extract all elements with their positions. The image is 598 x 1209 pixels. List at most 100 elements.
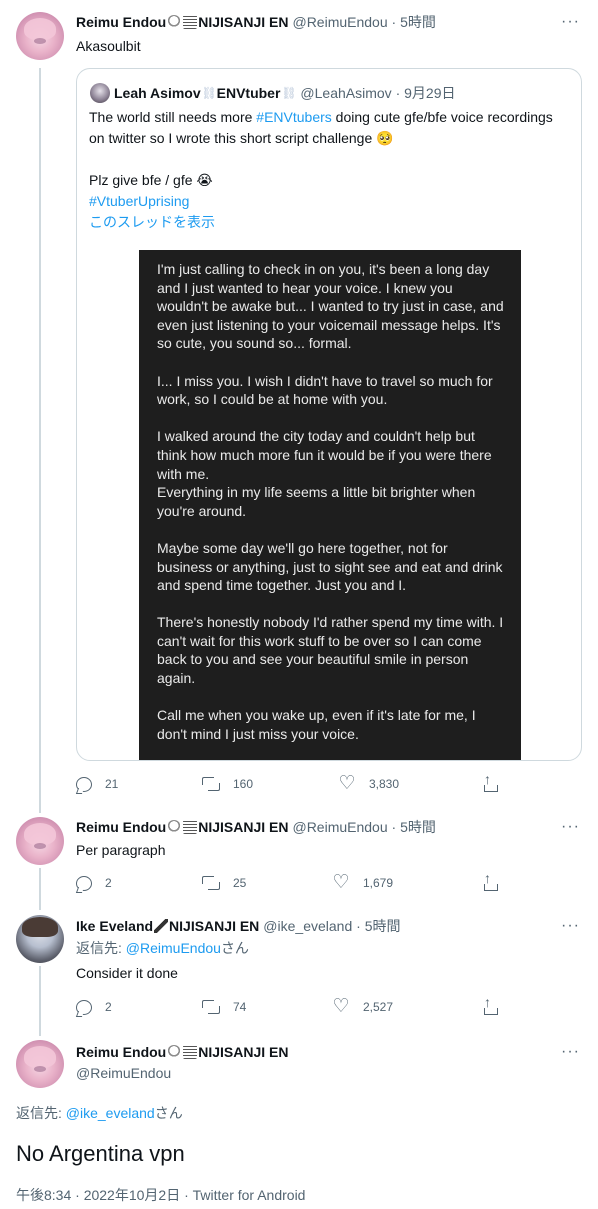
show-thread-link[interactable]: このスレッドを表示	[89, 212, 569, 233]
reply-to-prefix: 返信先:	[76, 940, 126, 956]
reply-to-handle-link[interactable]: @ike_eveland	[66, 1105, 155, 1121]
tweet-header: Reimu Endou NIJISANJI EN @ReimuEndou · 5…	[76, 12, 598, 32]
retweet-icon	[202, 775, 220, 793]
like-count: 2,527	[363, 1000, 394, 1014]
separator-dot: ·	[387, 819, 401, 835]
reply-icon	[76, 875, 92, 891]
like-button[interactable]: ♡ 3,830	[338, 774, 399, 794]
retweet-count: 160	[233, 777, 254, 791]
hashtag-link[interactable]: #VtuberUprising	[89, 191, 569, 212]
music-sheet-emoji-icon	[183, 15, 198, 29]
display-name[interactable]: Ike Eveland	[76, 918, 153, 934]
avatar[interactable]	[16, 817, 64, 865]
share-button[interactable]	[483, 772, 510, 794]
reply-to-line: 返信先: @ike_evelandさん	[16, 1103, 183, 1123]
like-count: 1,679	[363, 876, 394, 890]
tweet-actions: 2 74 ♡ 2,527	[76, 995, 506, 1017]
share-button[interactable]	[483, 871, 510, 893]
ribbon-emoji-icon: ⛓	[281, 86, 297, 100]
tweet-actions: 2 25 ♡ 1,679	[76, 871, 506, 893]
reply-to-line: 返信先: @ReimuEndouさん	[76, 938, 249, 958]
user-handle[interactable]: @ike_eveland	[263, 918, 352, 934]
thread-line	[39, 966, 41, 1036]
heart-icon: ♡	[332, 872, 350, 893]
reply-to-prefix: 返信先:	[16, 1105, 66, 1121]
reply-count: 21	[105, 777, 119, 791]
avatar[interactable]	[16, 12, 64, 60]
quote-text: The world still needs more	[89, 109, 257, 125]
music-sheet-emoji-icon	[183, 820, 198, 834]
pen-emoji-icon	[154, 919, 169, 933]
quote-display-name: Leah Asimov	[114, 85, 201, 101]
retweet-button[interactable]: 25	[202, 873, 246, 893]
retweet-icon	[202, 998, 220, 1016]
music-sheet-emoji-icon	[183, 1045, 198, 1059]
separator-dot: ·	[391, 85, 405, 101]
quote-image[interactable]: I'm just calling to check in on you, it'…	[139, 250, 521, 760]
user-handle[interactable]: @ReimuEndou	[76, 1063, 171, 1083]
share-icon	[483, 871, 498, 892]
reply-count: 2	[105, 876, 112, 890]
display-name[interactable]: Reimu Endou	[76, 14, 166, 30]
focused-tweet-text: No Argentina vpn	[16, 1141, 185, 1166]
more-options-icon[interactable]: ···	[561, 818, 580, 836]
more-options-icon[interactable]: ···	[561, 13, 580, 31]
retweet-icon	[202, 874, 220, 892]
image-paragraph: I'm just calling to check in on you, it'…	[157, 261, 504, 352]
ghost-emoji-icon	[167, 15, 182, 29]
tweet-text: Akasoulbit	[76, 38, 141, 54]
reply-count: 2	[105, 1000, 112, 1014]
quote-line-1: The world still needs more #ENVtubers do…	[89, 107, 569, 149]
more-options-icon[interactable]: ···	[561, 1043, 580, 1061]
display-name-badge: NIJISANJI EN	[198, 14, 289, 30]
display-name-badge: NIJISANJI EN	[198, 819, 289, 835]
reply-button[interactable]: 2	[76, 997, 112, 1017]
ribbon-emoji-icon: ⛓	[201, 86, 217, 100]
image-paragraph: There's honestly nobody I'd rather spend…	[157, 614, 504, 687]
tweet-timestamp-meta[interactable]: 午後8:34 · 2022年10月2日 · Twitter for Androi…	[16, 1185, 305, 1205]
like-button[interactable]: ♡ 1,679	[332, 873, 393, 893]
tweet-text: Per paragraph	[76, 842, 166, 858]
share-button[interactable]	[483, 995, 510, 1017]
quote-badge: ENVtuber	[216, 85, 281, 101]
hashtag-link[interactable]: #ENVtubers	[256, 109, 331, 125]
reply-button[interactable]: 2	[76, 873, 112, 893]
tweet-text: Consider it done	[76, 965, 178, 981]
tweet-time[interactable]: 5時間	[400, 12, 436, 32]
quote-header: Leah Asimov ⛓ ENVtuber ⛓ @LeahAsimov · 9…	[114, 83, 456, 103]
quote-avatar	[90, 83, 110, 103]
avatar[interactable]	[16, 915, 64, 963]
tweet-time[interactable]: 5時間	[365, 916, 401, 936]
quote-handle: @LeahAsimov	[300, 85, 392, 101]
retweet-button[interactable]: 160	[202, 774, 253, 794]
quote-tweet-card[interactable]: Leah Asimov ⛓ ENVtuber ⛓ @LeahAsimov · 9…	[76, 68, 582, 761]
image-paragraph: I walked around the city today and could…	[157, 428, 492, 482]
thread-line	[39, 68, 41, 813]
share-icon	[483, 772, 498, 793]
quote-line-2: Plz give bfe / gfe 😭	[89, 172, 213, 188]
reply-button[interactable]: 21	[76, 774, 118, 794]
tweet-actions: 21 160 ♡ 3,830	[76, 772, 506, 794]
image-paragraph: Call me when you wake up, even if it's l…	[157, 707, 476, 742]
image-paragraph: I... I miss you. I wish I didn't have to…	[157, 372, 493, 408]
display-name[interactable]: Reimu Endou	[76, 1044, 166, 1060]
heart-icon: ♡	[332, 996, 350, 1017]
avatar[interactable]	[16, 1040, 64, 1088]
more-options-icon[interactable]: ···	[561, 917, 580, 935]
user-handle[interactable]: @ReimuEndou	[292, 14, 387, 30]
reply-to-suffix: さん	[220, 940, 249, 956]
thread-line	[39, 868, 41, 910]
tweet-header: Reimu Endou NIJISANJI EN ···	[76, 1042, 598, 1062]
reply-icon	[76, 776, 92, 792]
image-paragraph: Everything in my life seems a little bit…	[157, 484, 476, 519]
reply-to-handle-link[interactable]: @ReimuEndou	[126, 940, 221, 956]
display-name[interactable]: Reimu Endou	[76, 819, 166, 835]
tweet-time[interactable]: 5時間	[400, 817, 436, 837]
retweet-button[interactable]: 74	[202, 997, 246, 1017]
ghost-emoji-icon	[167, 820, 182, 834]
heart-icon: ♡	[338, 773, 356, 794]
share-icon	[483, 995, 498, 1016]
image-paragraph: Maybe some day we'll go here together, n…	[157, 539, 503, 594]
like-button[interactable]: ♡ 2,527	[332, 997, 393, 1017]
user-handle[interactable]: @ReimuEndou	[292, 819, 387, 835]
